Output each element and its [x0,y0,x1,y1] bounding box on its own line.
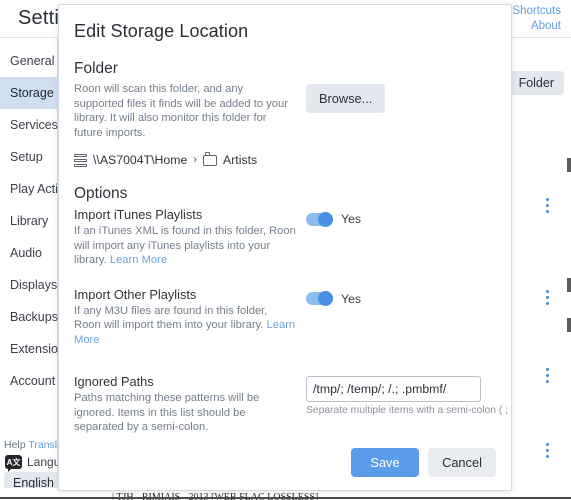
option-description-text: If any M3U files are found in this folde… [74,304,268,332]
folder-action-wrap: Browse... [306,82,496,113]
breadcrumb-separator-icon: › [193,154,197,166]
option-title: Ignored Paths [74,374,154,389]
row-menu-button[interactable] [545,368,549,383]
sidebar-item-play-actions[interactable]: Play Actions [0,173,78,205]
folder-description-wrap: Roon will scan this folder, and any supp… [74,82,296,140]
about-link[interactable]: About [531,19,561,34]
edit-storage-location-dialog: Edit Storage Location Folder Roon will s… [58,4,512,491]
folder-section-heading: Folder [74,60,118,77]
option-description: If any M3U files are found in this folde… [74,304,296,348]
option-row-import-itunes-playlists: Import iTunes Playlists If an iTunes XML… [74,207,496,268]
row-menu-button[interactable] [545,443,549,458]
row-menu-button[interactable] [545,198,549,213]
learn-more-link[interactable]: Learn More [110,254,167,266]
option-row-ignored-paths: Ignored Paths Paths matching these patte… [74,374,511,435]
option-title: Import iTunes Playlists [74,207,203,222]
help-translate-row: Help Translate [0,438,72,452]
help-label: Help [4,439,26,451]
sidebar-footer: Help Translate A⽂ Language English [0,438,80,494]
sidebar-item-extensions[interactable]: Extensions [0,333,71,365]
sidebar-item-setup[interactable]: Setup [0,141,57,173]
folder-icon [203,152,217,166]
sidebar-item-backups[interactable]: Backups [0,301,58,333]
folder-row: Roon will scan this folder, and any supp… [74,82,496,140]
breadcrumb-server[interactable]: \\AS7004T\Home [93,153,187,167]
settings-sidebar: General Storage Services Setup Play Acti… [0,38,80,500]
cancel-button[interactable]: Cancel [428,448,496,477]
import-itunes-playlists-toggle[interactable] [306,211,333,227]
option-row-import-other-playlists: Import Other Playlists If any M3U files … [74,287,496,348]
sidebar-item-account[interactable]: Account [0,365,57,397]
import-other-playlists-toggle[interactable] [306,291,333,306]
sidebar-item-services[interactable]: Services [0,109,58,141]
row-menu-button[interactable] [545,290,549,305]
bottom-divider [0,497,571,499]
option-description: If an iTunes XML is found in this folder… [74,224,296,268]
folder-description: Roon will scan this folder, and any supp… [74,83,288,139]
toggle-value-label: Yes [341,291,362,306]
sidebar-item-audio[interactable]: Audio [0,237,57,269]
toggle-value-label: Yes [341,212,362,226]
folder-breadcrumb[interactable]: \\AS7004T\Home › Artists [74,152,496,167]
dialog-footer: Save Cancel [59,438,511,490]
import-other-playlists-toggle-wrap: Yes [306,289,496,306]
import-itunes-playlists-toggle-wrap: Yes [306,209,496,227]
header-links: Shortcuts About [512,4,563,34]
ignored-paths-input[interactable] [306,376,481,402]
translate-icon: A⽂ [5,455,22,472]
dialog-content: Folder Roon will scan this folder, and a… [59,42,511,438]
vertical-scrollbar[interactable] [567,158,571,458]
browse-button[interactable]: Browse... [306,84,386,113]
sidebar-item-storage[interactable]: Storage [0,77,57,109]
save-button[interactable]: Save [351,448,419,477]
add-folder-button[interactable]: Folder [508,71,564,95]
ignored-paths-hint: Separate multiple items with a semi-colo… [306,405,511,416]
options-section-heading: Options [74,185,128,202]
dialog-title: Edit Storage Location [74,21,249,41]
option-description-text: If an iTunes XML is found in this folder… [74,225,296,266]
sidebar-item-library[interactable]: Library [0,205,57,237]
language-row[interactable]: A⽂ Language [0,455,80,472]
breadcrumb-folder[interactable]: Artists [223,153,257,167]
shortcuts-link[interactable]: Shortcuts [512,4,561,19]
option-title: Import Other Playlists [74,286,197,302]
sidebar-item-displays[interactable]: Displays [0,269,57,301]
sidebar-item-general[interactable]: General [0,45,57,77]
option-description: Paths matching these patterns will be ig… [74,392,260,433]
nas-server-icon [74,153,87,167]
